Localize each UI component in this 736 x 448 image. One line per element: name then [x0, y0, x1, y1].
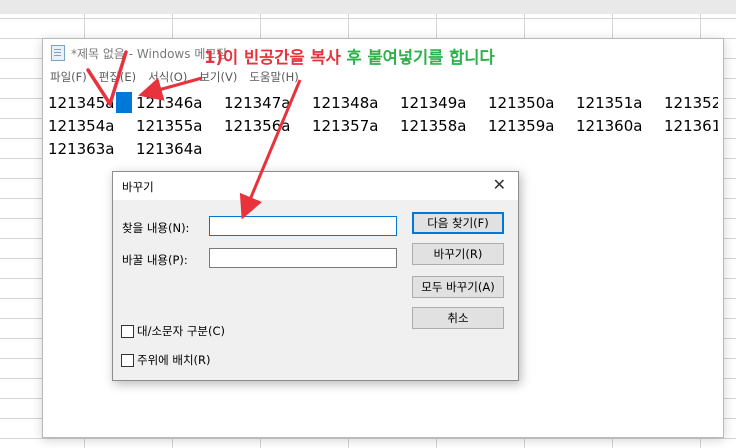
- arrow-to-find-field: [239, 79, 302, 220]
- annotation-arrows: [86, 50, 302, 220]
- checkmark-annotation: [86, 50, 128, 106]
- arrow-to-selection: [138, 76, 203, 101]
